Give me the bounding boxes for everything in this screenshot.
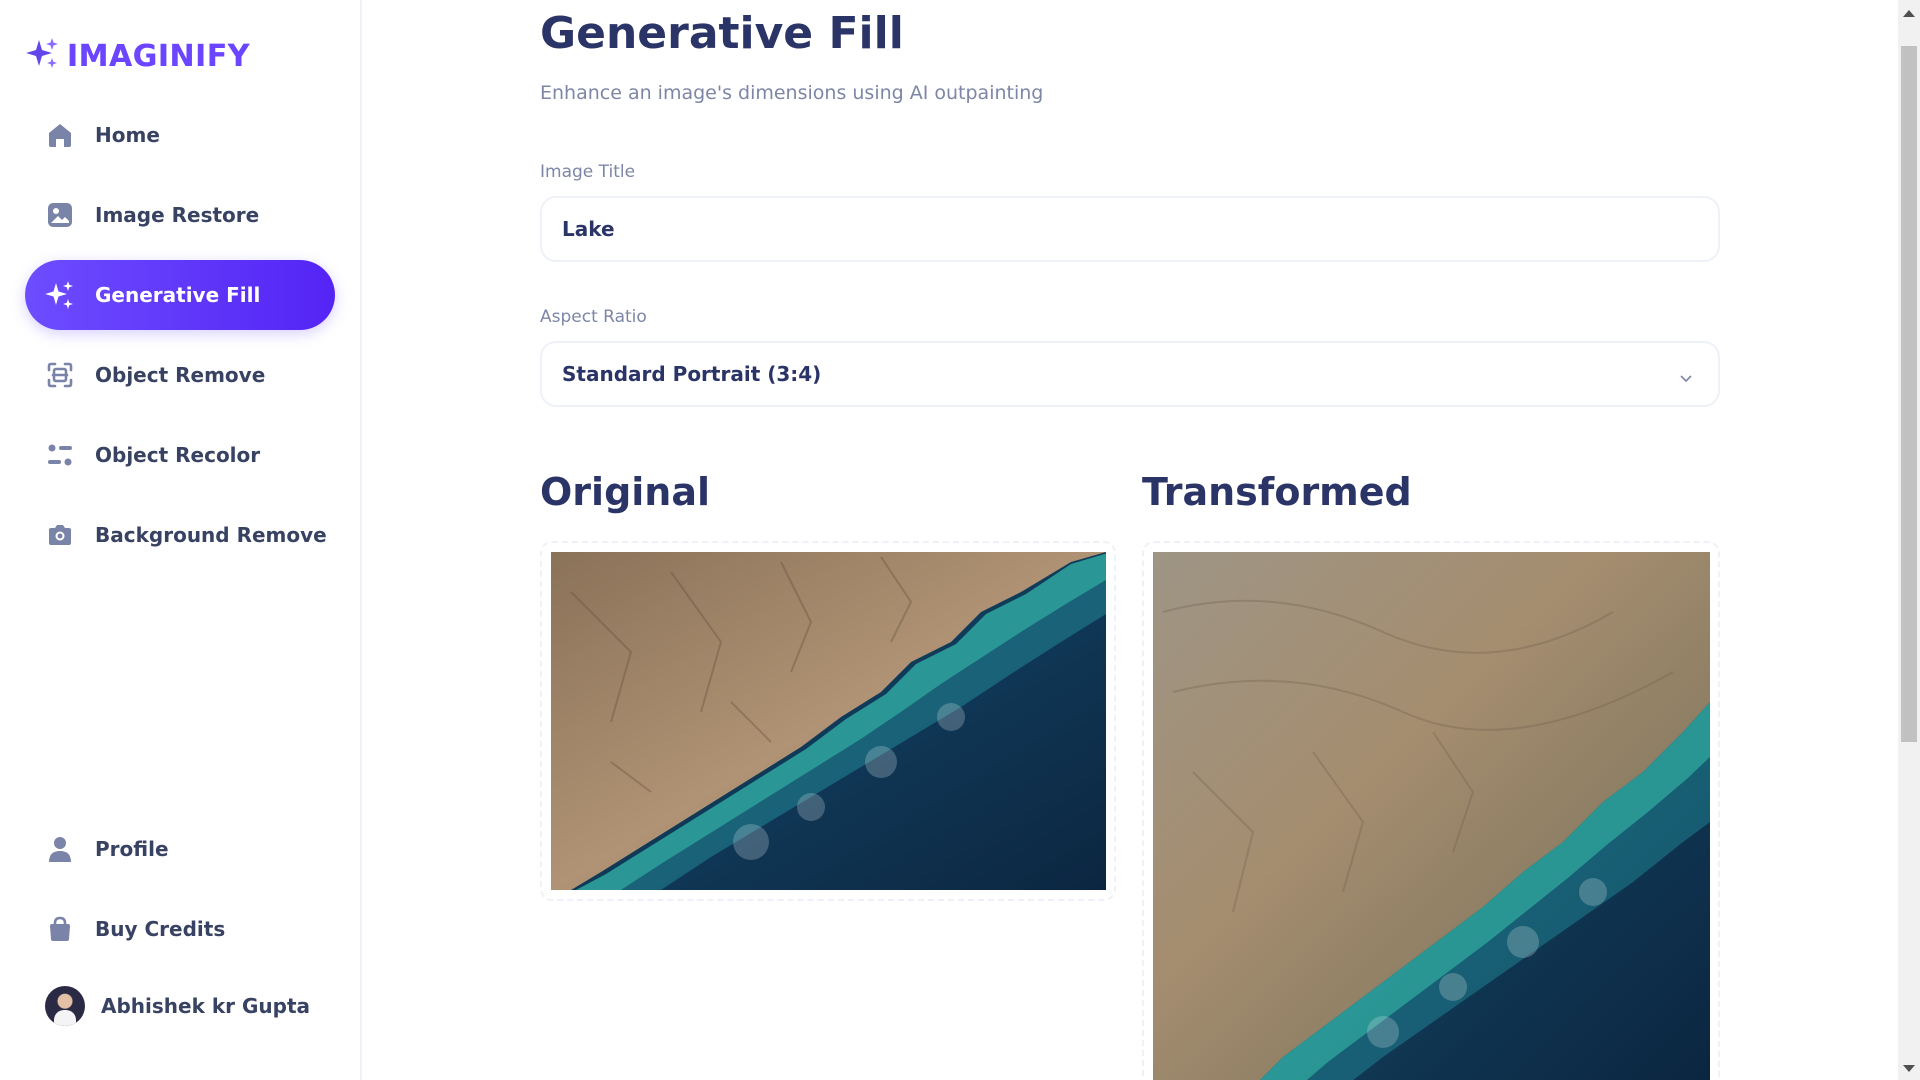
original-image-card <box>540 541 1116 901</box>
chevron-down-icon <box>1678 367 1694 391</box>
sidebar-item-home[interactable]: Home <box>25 100 335 170</box>
image-icon <box>45 200 75 230</box>
sidebar-item-label: Generative Fill <box>95 283 261 307</box>
sidebar-bottom: Profile Buy Credits Abhishek kr Gupta <box>25 814 335 1034</box>
sidebar-item-object-recolor[interactable]: Object Recolor <box>25 420 335 490</box>
page-subtitle: Enhance an image's dimensions using AI o… <box>540 82 1044 104</box>
user-button[interactable]: Abhishek kr Gupta <box>25 978 335 1034</box>
aspect-ratio-select[interactable]: Standard Portrait (3:4) <box>540 341 1720 407</box>
image-title-label: Image Title <box>540 162 636 182</box>
user-icon <box>45 834 75 864</box>
user-name: Abhishek kr Gupta <box>101 994 311 1018</box>
original-heading: Original <box>540 470 711 514</box>
aspect-ratio-label: Aspect Ratio <box>540 307 647 327</box>
sidebar-item-generative-fill[interactable]: Generative Fill <box>25 260 335 330</box>
sidebar: IMAGINIFY Home Image Restore Generative … <box>0 0 362 1080</box>
image-title-input[interactable]: Lake <box>540 196 1720 262</box>
sidebar-item-label: Image Restore <box>95 203 260 227</box>
original-image <box>551 552 1106 890</box>
sidebar-item-label: Object Remove <box>95 363 266 387</box>
sparkle-logo-icon <box>25 36 61 76</box>
image-title-value: Lake <box>562 217 615 241</box>
page-scrollbar[interactable] <box>1898 0 1920 1080</box>
scrollbar-thumb[interactable] <box>1901 46 1917 742</box>
sidebar-item-image-restore[interactable]: Image Restore <box>25 180 335 250</box>
sidebar-item-profile[interactable]: Profile <box>25 814 335 884</box>
transformed-image <box>1153 552 1710 1080</box>
aspect-ratio-value: Standard Portrait (3:4) <box>562 362 822 386</box>
page-title: Generative Fill <box>540 8 904 59</box>
transformed-heading: Transformed <box>1142 470 1412 514</box>
scroll-up-icon[interactable] <box>1903 10 1915 17</box>
camera-icon <box>45 520 75 550</box>
scroll-down-icon[interactable] <box>1903 1065 1915 1072</box>
sidebar-item-object-remove[interactable]: Object Remove <box>25 340 335 410</box>
sidebar-item-buy-credits[interactable]: Buy Credits <box>25 894 335 964</box>
sidebar-item-label: Profile <box>95 837 169 861</box>
sidebar-item-label: Object Recolor <box>95 443 261 467</box>
transformed-image-card <box>1142 541 1720 1080</box>
brand-name: IMAGINIFY <box>67 38 251 74</box>
sidebar-item-background-remove[interactable]: Background Remove <box>25 500 335 570</box>
stars-icon <box>45 280 75 310</box>
sidebar-item-label: Home <box>95 123 160 147</box>
sidebar-item-label: Background Remove <box>95 523 327 547</box>
logo[interactable]: IMAGINIFY <box>25 36 250 76</box>
scan-icon <box>45 360 75 390</box>
sidebar-nav: Home Image Restore Generative Fill Objec… <box>25 100 335 580</box>
home-icon <box>45 120 75 150</box>
filter-icon <box>45 440 75 470</box>
avatar[interactable] <box>45 986 85 1026</box>
bag-icon <box>45 914 75 944</box>
sidebar-item-label: Buy Credits <box>95 917 226 941</box>
